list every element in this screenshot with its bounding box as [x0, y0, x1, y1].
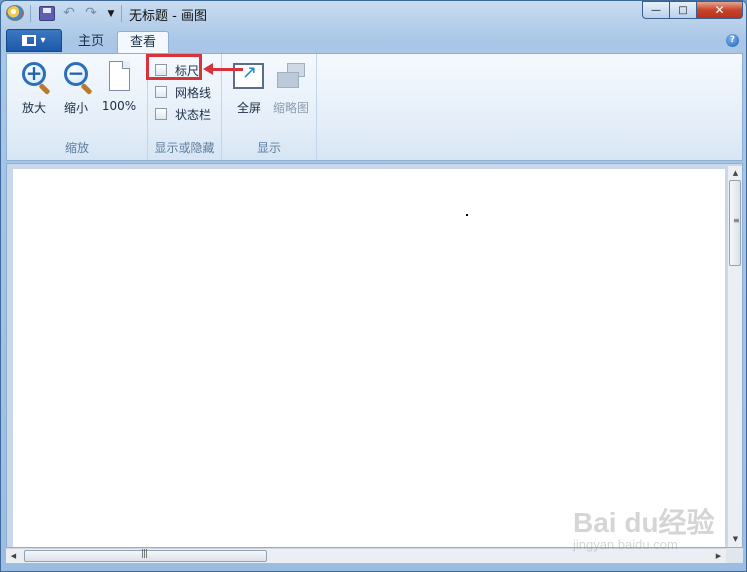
- page-icon: [109, 61, 130, 91]
- canvas-pixel: [466, 214, 468, 216]
- grip-icon: ≡: [733, 216, 740, 225]
- resize-corner[interactable]: [726, 548, 743, 563]
- fullscreen-label: 全屏: [236, 101, 261, 115]
- thumbnail-label: 缩略图: [272, 101, 309, 115]
- divider: [30, 5, 31, 22]
- zoom-out-button[interactable]: − 缩小: [57, 58, 95, 115]
- zoom-group: + 放大 − 缩小 100% 缩放: [7, 54, 148, 160]
- paint-menu-button[interactable]: ▾: [6, 29, 62, 52]
- chevron-down-icon: ▾: [40, 35, 46, 46]
- magnifier-handle: [38, 82, 51, 96]
- menu-icon: [22, 35, 37, 46]
- drawing-canvas[interactable]: [13, 169, 725, 547]
- undo-icon[interactable]: ↶: [61, 6, 77, 21]
- minimize-button[interactable]: —: [642, 1, 670, 19]
- title-bar: ↶ ↷ ▼ 无标题 - 画图 — □ ✕: [1, 1, 746, 27]
- statusbar-label: 状态栏: [175, 107, 212, 122]
- baidu-watermark: Bai du经验 jingyan.baidu.com: [573, 501, 723, 561]
- display-group-title: 显示: [256, 141, 281, 155]
- customize-quick-access-icon[interactable]: ▼: [103, 6, 119, 21]
- horizontal-scroll-thumb[interactable]: |||: [24, 549, 267, 562]
- close-button[interactable]: ✕: [697, 1, 743, 19]
- thumbnail-button[interactable]: 缩略图: [272, 58, 310, 115]
- divider: [121, 5, 122, 22]
- paint-window: ↶ ↷ ▼ 无标题 - 画图 — □ ✕ ▾ 主页 查看 ? + 放大 − 缩小…: [0, 0, 747, 572]
- annotation-arrow-icon: [203, 63, 213, 75]
- watermark-logo: Bai du经验: [573, 507, 715, 538]
- maximize-button[interactable]: □: [670, 1, 697, 19]
- ribbon-tab-bar: ▾ 主页 查看 ?: [6, 29, 743, 53]
- magnifier-handle: [80, 82, 93, 96]
- scroll-up-icon[interactable]: ▲: [728, 166, 743, 181]
- highlight-box: [146, 54, 202, 80]
- tab-home[interactable]: 主页: [66, 31, 116, 53]
- zoom-100-label: 100%: [101, 99, 137, 113]
- redo-icon[interactable]: ↷: [83, 6, 99, 21]
- tab-view[interactable]: 查看: [117, 31, 170, 53]
- gridlines-checkbox-row[interactable]: 网格线: [155, 83, 211, 101]
- window-title: 无标题 - 画图: [129, 9, 207, 24]
- fullscreen-icon: [233, 62, 264, 89]
- save-icon[interactable]: [39, 6, 55, 21]
- grip-icon: |||: [141, 549, 148, 559]
- scroll-left-icon[interactable]: ◀: [6, 549, 21, 564]
- canvas-workspace: ▲ ≡ ▼: [6, 163, 743, 548]
- help-icon[interactable]: ?: [726, 34, 739, 47]
- gridlines-checkbox[interactable]: [155, 86, 167, 98]
- zoom-out-label: 缩小: [63, 101, 88, 115]
- ribbon-panel: + 放大 − 缩小 100% 缩放 标尺 网格线 状态栏 显示或隐藏 ↗ 全屏 …: [6, 53, 743, 161]
- gridlines-label: 网格线: [175, 85, 212, 100]
- zoom-out-icon: −: [64, 62, 88, 86]
- zoom-in-icon: +: [22, 62, 46, 86]
- vertical-scroll-thumb[interactable]: ≡: [729, 180, 741, 266]
- fullscreen-button[interactable]: 全屏: [230, 58, 268, 115]
- annotation-arrow-shaft: [211, 68, 243, 71]
- thumbnail-icon: [277, 63, 307, 89]
- paint-app-icon[interactable]: [6, 5, 24, 21]
- caption-buttons: — □ ✕: [642, 1, 743, 19]
- vertical-scrollbar[interactable]: ▲ ≡ ▼: [727, 166, 742, 547]
- zoom-in-label: 放大: [21, 101, 46, 115]
- watermark-url: jingyan.baidu.com: [573, 537, 678, 552]
- zoom-group-title: 缩放: [64, 141, 89, 155]
- statusbar-checkbox-row[interactable]: 状态栏: [155, 105, 211, 123]
- zoom-in-button[interactable]: + 放大: [15, 58, 53, 115]
- show-hide-group-title: 显示或隐藏: [154, 141, 215, 155]
- scroll-down-icon[interactable]: ▼: [728, 532, 743, 547]
- statusbar-checkbox[interactable]: [155, 108, 167, 120]
- zoom-100-button[interactable]: 100%: [100, 58, 138, 114]
